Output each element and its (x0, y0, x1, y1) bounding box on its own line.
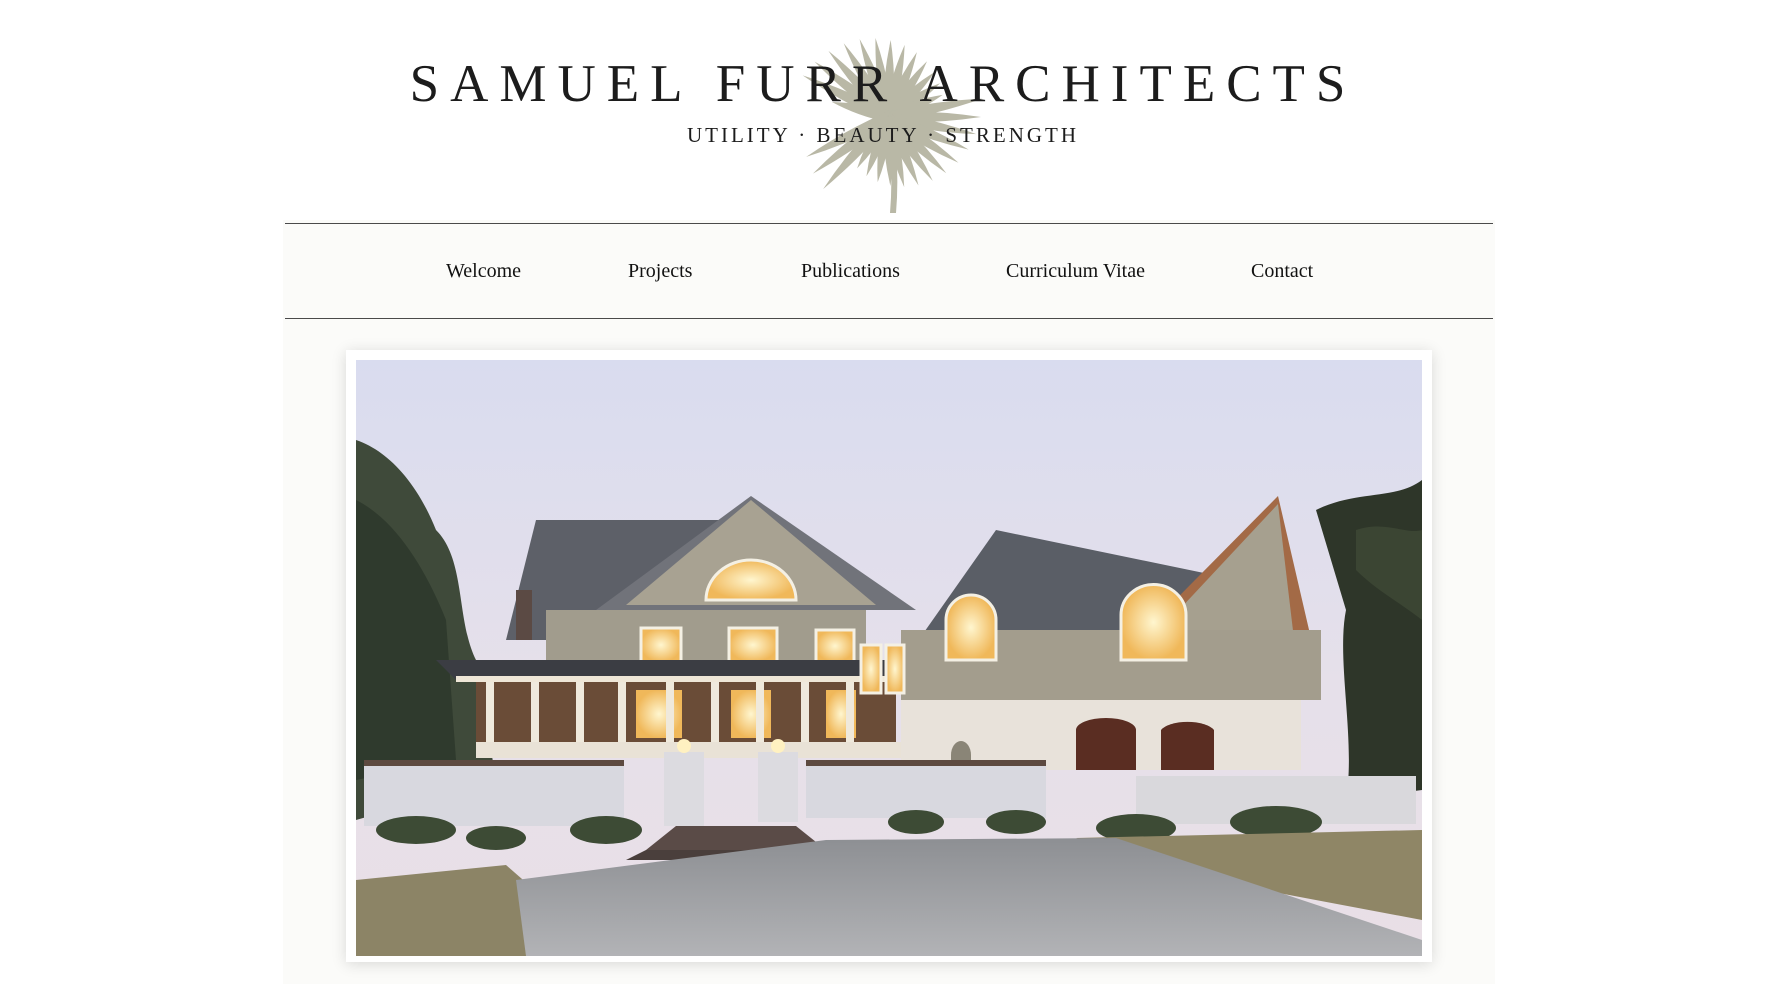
nav-item-publications[interactable]: Publications (801, 224, 900, 318)
nav-item-curriculum-vitae[interactable]: Curriculum Vitae (1006, 224, 1145, 318)
site-header: SAMUEL FURR ARCHITECTS UTILITY · BEAUTY … (0, 0, 1766, 220)
site-title[interactable]: SAMUEL FURR ARCHITECTS (0, 52, 1766, 116)
site-tagline: UTILITY · BEAUTY · STRENGTH (686, 123, 1080, 147)
house-at-dusk-photo (356, 360, 1422, 956)
hero-photo (356, 360, 1422, 956)
hero-photo-frame (346, 350, 1432, 962)
page: SAMUEL FURR ARCHITECTS UTILITY · BEAUTY … (0, 0, 1766, 984)
content-column: Welcome Projects Publications Curriculum… (283, 220, 1495, 984)
nav-item-contact[interactable]: Contact (1251, 224, 1313, 318)
main-navigation: Welcome Projects Publications Curriculum… (285, 223, 1493, 319)
nav-item-projects[interactable]: Projects (628, 224, 692, 318)
nav-item-welcome[interactable]: Welcome (446, 224, 521, 318)
